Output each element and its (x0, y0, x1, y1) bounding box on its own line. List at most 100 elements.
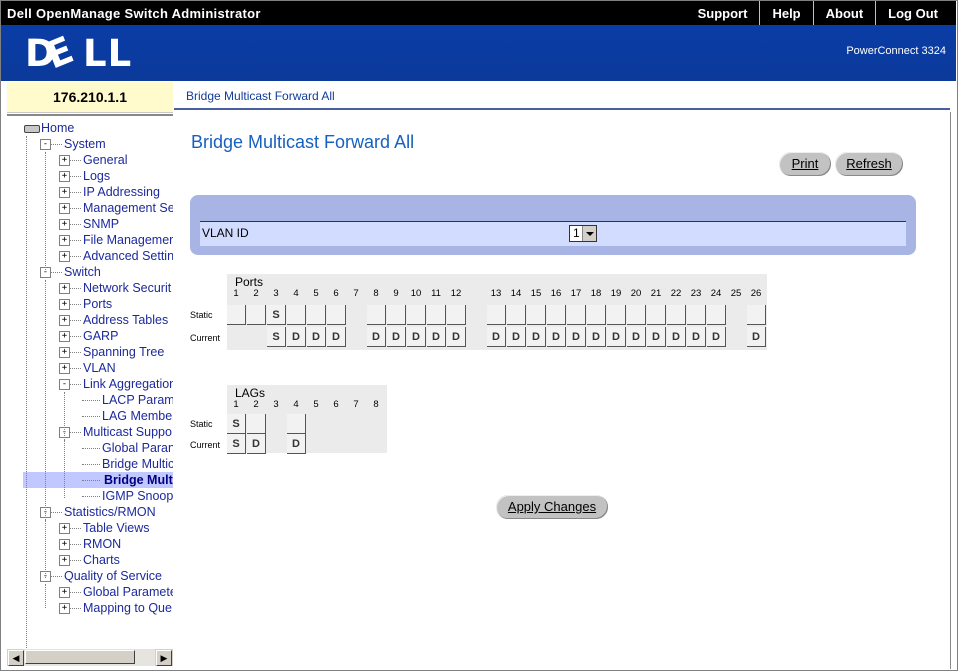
tree-item[interactable]: Charts (83, 552, 120, 568)
ports-static-cell[interactable] (627, 305, 646, 325)
ports-static-cell[interactable] (247, 305, 266, 325)
tree-item[interactable]: Quality of Service (64, 568, 162, 584)
lags-current-cell[interactable]: S (227, 434, 246, 454)
ports-current-cell[interactable]: S (267, 327, 286, 347)
ports-current-cell[interactable]: D (307, 327, 326, 347)
ports-static-cell[interactable] (487, 305, 506, 325)
help-link[interactable]: Help (759, 1, 812, 25)
tree-item[interactable]: General (83, 152, 127, 168)
ports-static-cell[interactable] (527, 305, 546, 325)
ports-current-cell[interactable]: D (447, 327, 466, 347)
ports-current-cell[interactable]: D (607, 327, 626, 347)
tree-item[interactable]: Advanced Settin (83, 248, 173, 264)
ports-current-cell[interactable]: D (427, 327, 446, 347)
ports-current-cell[interactable]: D (527, 327, 546, 347)
expand-icon[interactable]: + (59, 523, 70, 534)
ports-static-cell[interactable] (707, 305, 726, 325)
tree-item[interactable]: Bridge Multic (102, 456, 173, 472)
ports-static-cell[interactable] (647, 305, 666, 325)
tree-horizontal-scrollbar[interactable]: ◀ ▶ (7, 648, 173, 666)
about-link[interactable]: About (812, 1, 876, 25)
ports-static-cell[interactable]: S (267, 305, 286, 325)
expand-icon[interactable]: + (59, 235, 70, 246)
tree-item[interactable]: IP Addressing (83, 184, 160, 200)
tree-item[interactable]: Switch (64, 264, 101, 280)
expand-icon[interactable]: + (59, 299, 70, 310)
ports-static-cell[interactable] (407, 305, 426, 325)
tree-item[interactable]: Global Paramete (83, 584, 173, 600)
chevron-down-icon[interactable] (582, 226, 596, 241)
lags-current-cell[interactable]: D (247, 434, 266, 454)
expand-icon[interactable]: + (59, 155, 70, 166)
tree-item[interactable]: LAG Membe (102, 408, 172, 424)
ports-current-cell[interactable]: D (687, 327, 706, 347)
tree-item[interactable]: Global Paran (102, 440, 173, 456)
expand-icon[interactable]: + (59, 539, 70, 550)
ports-current-cell[interactable]: D (567, 327, 586, 347)
ports-static-cell[interactable] (307, 305, 326, 325)
tree-item[interactable]: Logs (83, 168, 110, 184)
tree-item[interactable]: File Managemer (83, 232, 173, 248)
expand-icon[interactable]: + (59, 171, 70, 182)
tree-item[interactable]: RMON (83, 536, 121, 552)
ports-static-cell[interactable] (567, 305, 586, 325)
scrollbar-thumb[interactable] (25, 650, 135, 664)
expand-icon[interactable]: + (59, 331, 70, 342)
ports-current-cell[interactable]: D (407, 327, 426, 347)
apply-changes-button[interactable]: Apply Changes (496, 495, 608, 519)
lags-current-cell[interactable]: D (287, 434, 306, 454)
expand-icon[interactable]: + (59, 347, 70, 358)
tree-item[interactable]: Link Aggregation (83, 376, 173, 392)
scroll-right-icon[interactable]: ▶ (156, 650, 172, 666)
expand-icon[interactable]: + (59, 203, 70, 214)
ports-static-cell[interactable] (287, 305, 306, 325)
ports-static-cell[interactable] (447, 305, 466, 325)
ports-static-cell[interactable] (607, 305, 626, 325)
ports-static-cell[interactable] (507, 305, 526, 325)
lags-static-cell[interactable]: S (227, 414, 246, 434)
ports-current-cell[interactable]: D (747, 327, 766, 347)
ports-current-cell[interactable]: D (587, 327, 606, 347)
ports-static-cell[interactable] (327, 305, 346, 325)
tree-item[interactable]: VLAN (83, 360, 116, 376)
tree-item[interactable]: Multicast Suppo (83, 424, 172, 440)
tree-item[interactable]: System (64, 136, 106, 152)
tree-item[interactable]: IGMP Snoop (102, 488, 173, 504)
expand-icon[interactable]: + (59, 363, 70, 374)
ports-current-cell[interactable]: D (667, 327, 686, 347)
ports-static-cell[interactable] (367, 305, 386, 325)
expand-icon[interactable]: + (59, 315, 70, 326)
ports-current-cell[interactable]: D (507, 327, 526, 347)
ports-current-cell[interactable]: D (547, 327, 566, 347)
collapse-icon[interactable]: - (40, 139, 51, 150)
tree-item[interactable]: Network Securit (83, 280, 171, 296)
ports-current-cell[interactable]: D (647, 327, 666, 347)
ports-current-cell[interactable]: D (487, 327, 506, 347)
ports-current-cell[interactable]: D (627, 327, 646, 347)
ports-static-cell[interactable] (227, 305, 246, 325)
tree-item[interactable]: Home (41, 120, 74, 136)
expand-icon[interactable]: + (59, 587, 70, 598)
scroll-left-icon[interactable]: ◀ (8, 650, 24, 666)
tree-item[interactable]: GARP (83, 328, 118, 344)
tree-item[interactable]: SNMP (83, 216, 119, 232)
expand-icon[interactable]: + (59, 219, 70, 230)
ports-current-cell[interactable]: D (367, 327, 386, 347)
tree-item[interactable]: LACP Param (102, 392, 173, 408)
ports-static-cell[interactable] (547, 305, 566, 325)
ports-current-cell[interactable]: D (327, 327, 346, 347)
tree-item[interactable]: Mapping to Que (83, 600, 172, 616)
ports-static-cell[interactable] (667, 305, 686, 325)
ports-static-cell[interactable] (687, 305, 706, 325)
tree-item[interactable]: Ports (83, 296, 112, 312)
expand-icon[interactable]: + (59, 603, 70, 614)
logout-link[interactable]: Log Out (875, 1, 950, 25)
refresh-button[interactable]: Refresh (835, 152, 903, 176)
ports-current-cell[interactable]: D (287, 327, 306, 347)
expand-icon[interactable]: + (59, 187, 70, 198)
tree-item[interactable]: Statistics/RMON (64, 504, 156, 520)
vlan-id-select[interactable]: 1 (569, 225, 597, 242)
support-link[interactable]: Support (686, 1, 760, 25)
print-button[interactable]: Print (779, 152, 831, 176)
expand-icon[interactable]: + (59, 555, 70, 566)
